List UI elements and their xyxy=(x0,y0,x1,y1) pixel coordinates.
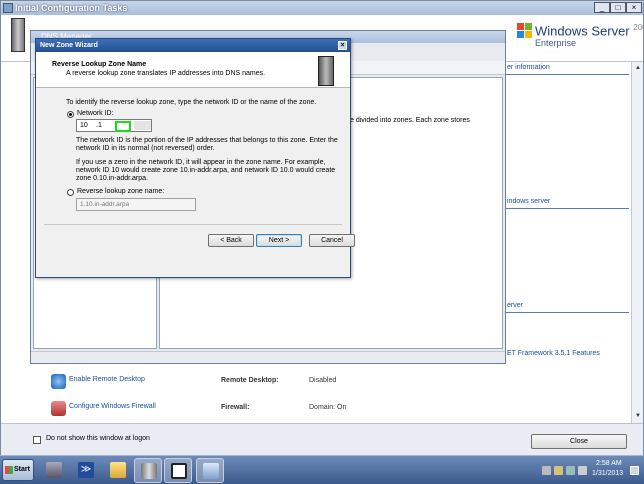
start-flag-icon xyxy=(5,466,13,474)
firewall-label: Firewall: xyxy=(221,404,250,411)
zone-name-label: Reverse lookup zone name: xyxy=(77,188,165,195)
powershell-icon: ≫ xyxy=(78,462,94,478)
minimize-icon[interactable]: _ xyxy=(594,2,610,13)
system-tray: 2:58 AM 1/31/2013 xyxy=(540,458,642,483)
ict-titlebar[interactable]: Initial Configuration Tasks xyxy=(1,1,643,15)
windows-flag-icon xyxy=(517,23,533,39)
folder-icon xyxy=(110,462,126,478)
dont-show-label: Do not show this window at logon xyxy=(46,435,150,442)
console-icon xyxy=(171,463,187,479)
help-line-3: If you use a zero in the network ID, it … xyxy=(76,159,326,166)
right-separator xyxy=(501,74,629,75)
wizard-header-title: Reverse Lookup Zone Name xyxy=(52,61,147,68)
wizard-body: To identify the reverse lookup zone, typ… xyxy=(36,88,355,277)
enable-remote-desktop-link[interactable]: Enable Remote Desktop xyxy=(69,376,145,383)
server-manager-icon xyxy=(46,462,62,478)
ip-octet-1[interactable]: 10 xyxy=(80,120,88,131)
firewall-icon xyxy=(51,401,66,416)
right-separator xyxy=(501,312,629,313)
start-button[interactable]: Start xyxy=(2,459,34,481)
back-button[interactable]: < Back xyxy=(208,234,254,247)
taskbar: Start ≫ 2:58 AM 1/31/2013 xyxy=(0,455,644,484)
taskbar-server-manager[interactable] xyxy=(40,458,68,483)
taskbar-dns[interactable] xyxy=(196,458,224,483)
dns-description: e divided into zones. Each zone stores xyxy=(350,117,470,124)
ict-window-icon xyxy=(3,3,13,13)
dns-icon xyxy=(203,463,219,479)
ict-taskbar-icon xyxy=(141,463,157,479)
ict-right-column: er information indows server erver ET Fr… xyxy=(501,62,629,424)
right-link-4: ET Framework 3.5.1 Features xyxy=(507,350,600,357)
new-zone-wizard-dialog: New Zone Wizard × Reverse Lookup Zone Na… xyxy=(35,38,355,278)
remote-desktop-value: Disabled xyxy=(309,377,337,384)
ict-title: Initial Configuration Tasks xyxy=(15,3,128,13)
brand-title: Windows Server 2008 R2 xyxy=(535,23,644,39)
brand-edition: Enterprise xyxy=(535,38,577,48)
network-id-radio[interactable] xyxy=(67,111,74,118)
ip-octet-3-highlight[interactable] xyxy=(115,121,131,132)
close-icon[interactable]: × xyxy=(626,2,642,13)
clock-time[interactable]: 2:58 AM xyxy=(596,460,622,467)
firewall-value: Domain: On xyxy=(309,404,347,411)
right-link-2[interactable]: indows server xyxy=(507,198,550,205)
taskbar-console[interactable] xyxy=(164,458,192,483)
network-id-label: Network ID: xyxy=(77,110,114,117)
show-desktop-icon[interactable] xyxy=(630,466,639,475)
configure-firewall-link[interactable]: Configure Windows Firewall xyxy=(69,403,156,410)
task-row-remote-desktop: Enable Remote Desktop Remote Desktop: Di… xyxy=(51,373,351,391)
wizard-header-subtitle: A reverse lookup zone translates IP addr… xyxy=(66,70,266,77)
zone-name-radio[interactable] xyxy=(67,189,74,196)
wizard-close-icon[interactable]: × xyxy=(338,41,347,50)
right-link-1[interactable]: er information xyxy=(507,64,550,71)
right-link-3[interactable]: erver xyxy=(507,302,523,309)
right-separator xyxy=(501,208,629,209)
remote-desktop-label: Remote Desktop: xyxy=(221,377,279,384)
server-tower-icon xyxy=(318,56,334,86)
clock-date[interactable]: 1/31/2013 xyxy=(592,470,623,477)
action-center-icon[interactable] xyxy=(554,466,563,475)
help-line-5: zone 0.10.in-addr.arpa. xyxy=(76,175,148,182)
network-icon[interactable] xyxy=(566,466,575,475)
wizard-header: Reverse Lookup Zone Name A reverse looku… xyxy=(36,52,350,88)
wizard-titlebar[interactable]: New Zone Wizard xyxy=(36,39,350,52)
remote-desktop-icon xyxy=(51,374,66,389)
help-line-1: The network ID is the portion of the IP … xyxy=(76,137,338,144)
help-line-2: network ID in its normal (not reversed) … xyxy=(76,145,215,152)
maximize-icon[interactable]: □ xyxy=(610,2,626,13)
dns-status-bar xyxy=(31,351,505,363)
next-button[interactable]: Next > xyxy=(256,234,302,247)
ip-octet-4 xyxy=(134,121,151,130)
start-label: Start xyxy=(14,466,30,473)
close-button[interactable]: Close xyxy=(531,434,627,449)
network-id-input[interactable]: 10 .1 xyxy=(76,119,152,132)
volume-icon[interactable] xyxy=(578,466,587,475)
wizard-intro: To identify the reverse lookup zone, typ… xyxy=(66,99,317,106)
zone-name-input[interactable]: 1.10.in-addr.arpa xyxy=(76,198,196,211)
task-row-firewall: Configure Windows Firewall Firewall: Dom… xyxy=(51,400,351,418)
help-line-4: network ID 10 would create zone 10.in-ad… xyxy=(76,167,336,174)
windows-server-logo: Windows Server 2008 R2 Enterprise xyxy=(517,23,644,53)
server-icon xyxy=(11,18,25,52)
cancel-button[interactable]: Cancel xyxy=(309,234,355,247)
wizard-separator xyxy=(44,224,342,225)
ict-scrollbar[interactable]: ▲ ▼ xyxy=(631,62,643,424)
dont-show-checkbox[interactable] xyxy=(33,436,41,444)
taskbar-ict[interactable] xyxy=(134,458,162,483)
ip-octet-2[interactable]: .1 xyxy=(96,120,102,131)
scroll-up-icon[interactable]: ▲ xyxy=(634,64,642,72)
ict-footer: Do not show this window at logon Close xyxy=(1,423,643,455)
tray-chevron-icon[interactable] xyxy=(542,466,551,475)
taskbar-powershell[interactable]: ≫ xyxy=(72,458,100,483)
taskbar-explorer[interactable] xyxy=(104,458,132,483)
scroll-down-icon[interactable]: ▼ xyxy=(634,412,642,420)
